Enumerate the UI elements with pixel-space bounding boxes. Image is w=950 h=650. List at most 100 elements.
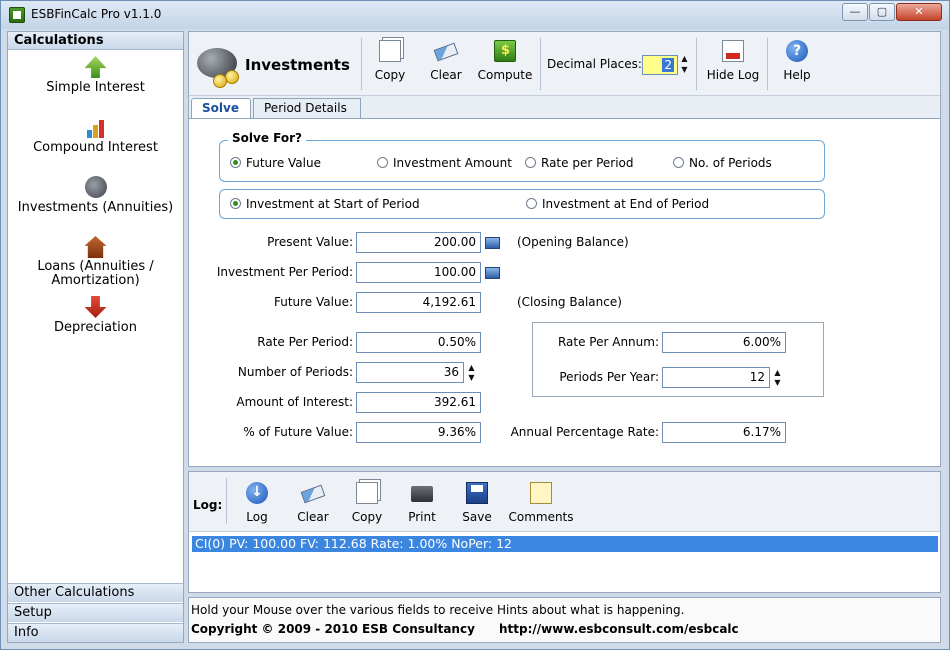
periods-down-arrow[interactable]: ▼	[467, 374, 476, 382]
log-save-button[interactable]: Save	[459, 480, 495, 526]
sidebar-item-compound-interest[interactable]: Compound Interest	[8, 116, 183, 155]
tab-solve[interactable]: Solve	[191, 98, 251, 118]
floppy-disk-icon	[466, 482, 488, 504]
maximize-button[interactable]: ▢	[869, 3, 895, 21]
toolbar: Investments Copy Clear Compute Decimal P…	[189, 32, 940, 96]
sidebar-item-label: Loans (Annuities / Amortization)	[37, 259, 154, 288]
tab-bar: Solve Period Details	[189, 96, 940, 118]
decimal-places-input[interactable]: 2	[642, 55, 678, 75]
periods-per-year-label: Periods Per Year:	[559, 370, 659, 384]
investment-per-period-label: Investment Per Period:	[216, 265, 353, 279]
sidebar-item-simple-interest[interactable]: Simple Interest	[8, 56, 183, 95]
page-title: Investments	[245, 56, 350, 74]
log-entry[interactable]: CI(0) PV: 100.00 FV: 112.68 Rate: 1.00% …	[192, 536, 938, 552]
rate-per-annum-input[interactable]: 6.00%	[662, 332, 786, 353]
eraser-icon	[300, 484, 326, 504]
comments-icon	[530, 482, 552, 504]
calculator-icon[interactable]	[485, 237, 500, 249]
minimize-button[interactable]: —	[842, 3, 868, 21]
radio-investment-amount[interactable]: Investment Amount	[377, 156, 512, 170]
sidebar-item-label: Depreciation	[54, 320, 137, 335]
investment-per-period-input[interactable]: 100.00	[356, 262, 481, 283]
sidebar-item-label: Investments (Annuities)	[17, 200, 174, 215]
compute-icon	[494, 40, 516, 62]
log-arrow-icon: ↓	[246, 482, 268, 504]
number-of-periods-input[interactable]: 36	[356, 362, 464, 383]
sidebar-info[interactable]: Info	[8, 623, 183, 642]
main-panel: Investments Copy Clear Compute Decimal P…	[188, 31, 941, 467]
periods-up-arrow[interactable]: ▲	[467, 364, 476, 372]
hint-text: Hold your Mouse over the various fields …	[191, 603, 685, 617]
app-window: ESBFinCalc Pro v1.1.0 — ▢ ✕ Calculations…	[0, 0, 950, 650]
log-print-button[interactable]: Print	[405, 480, 439, 526]
house-icon	[84, 236, 107, 258]
decimal-up-arrow[interactable]: ▲	[680, 55, 689, 63]
radio-start-of-period[interactable]: Investment at Start of Period	[230, 197, 420, 211]
decimal-places-label: Decimal Places:	[547, 57, 642, 71]
periods-per-year-input[interactable]: 12	[662, 367, 770, 388]
sidebar-item-depreciation[interactable]: Depreciation	[8, 296, 183, 335]
future-value-label: Future Value:	[273, 295, 353, 309]
rate-per-period-input[interactable]: 0.50%	[356, 332, 481, 353]
solve-for-group: Solve For? Future Value Investment Amoun…	[219, 131, 825, 182]
log-clear-button[interactable]: Clear	[293, 480, 333, 526]
log-toolbar: Log: ↓ Log Clear Copy Print Save Comment…	[189, 472, 940, 532]
copy-icon	[379, 40, 401, 62]
tab-period-details[interactable]: Period Details	[253, 98, 361, 118]
hide-log-icon	[722, 40, 744, 62]
help-button[interactable]: ? Help	[777, 38, 817, 90]
sidebar-item-label: Compound Interest	[33, 140, 158, 155]
apr-output[interactable]: 6.17%	[662, 422, 786, 443]
log-label: Log:	[193, 498, 223, 512]
solve-tab-content: Solve For? Future Value Investment Amoun…	[189, 118, 940, 466]
present-value-input[interactable]: 200.00	[356, 232, 481, 253]
sidebar-item-investments[interactable]: Investments (Annuities)	[8, 176, 183, 215]
compute-button[interactable]: Compute	[475, 38, 535, 90]
close-button[interactable]: ✕	[896, 3, 942, 21]
sidebar-item-label: Simple Interest	[46, 80, 145, 95]
log-copy-button[interactable]: Copy	[349, 480, 385, 526]
copyright-text: Copyright © 2009 - 2010 ESB Consultancy	[191, 622, 475, 636]
amount-of-interest-label: Amount of Interest:	[236, 395, 353, 409]
amount-of-interest-output[interactable]: 392.61	[356, 392, 481, 413]
pct-future-value-output[interactable]: 9.36%	[356, 422, 481, 443]
clear-button[interactable]: Clear	[423, 38, 469, 90]
solve-for-legend: Solve For?	[228, 131, 306, 145]
log-comments-button[interactable]: Comments	[507, 480, 575, 526]
title-bar: ESBFinCalc Pro v1.1.0 — ▢ ✕	[1, 1, 949, 29]
radio-no-of-periods[interactable]: No. of Periods	[673, 156, 772, 170]
bar-chart-icon	[85, 116, 107, 138]
closing-balance-note: (Closing Balance)	[517, 295, 622, 309]
down-arrow-icon	[84, 296, 107, 318]
radio-end-of-period[interactable]: Investment at End of Period	[526, 197, 709, 211]
help-icon: ?	[786, 40, 808, 62]
copy-icon	[356, 482, 378, 504]
up-arrow-house-icon	[84, 56, 107, 78]
ppy-up-arrow[interactable]: ▲	[773, 369, 782, 377]
opening-balance-note: (Opening Balance)	[517, 235, 629, 249]
sidebar-header[interactable]: Calculations	[8, 32, 183, 50]
log-button[interactable]: ↓ Log	[239, 480, 275, 526]
present-value-label: Present Value:	[267, 235, 353, 249]
log-panel: Log: ↓ Log Clear Copy Print Save Comment…	[188, 471, 941, 593]
app-icon	[9, 7, 25, 23]
sidebar-item-loans[interactable]: Loans (Annuities / Amortization)	[8, 236, 183, 288]
hide-log-button[interactable]: Hide Log	[703, 38, 763, 90]
pct-future-value-label: % of Future Value:	[243, 425, 353, 439]
number-of-periods-label: Number of Periods:	[237, 365, 353, 379]
radio-future-value[interactable]: Future Value	[230, 156, 321, 170]
website-link[interactable]: http://www.esbconsult.com/esbcalc	[499, 622, 739, 636]
timing-group: Investment at Start of Period Investment…	[219, 189, 825, 219]
ppy-down-arrow[interactable]: ▼	[773, 379, 782, 387]
calculator-icon[interactable]	[485, 267, 500, 279]
future-value-output[interactable]: 4,192.61	[356, 292, 481, 313]
copy-button[interactable]: Copy	[369, 38, 411, 90]
decimal-down-arrow[interactable]: ▼	[680, 66, 689, 74]
status-footer: Hold your Mouse over the various fields …	[188, 597, 941, 643]
rate-per-annum-label: Rate Per Annum:	[557, 335, 659, 349]
sidebar-setup[interactable]: Setup	[8, 603, 183, 622]
printer-icon	[411, 486, 433, 502]
sidebar-other-calculations[interactable]: Other Calculations	[8, 583, 183, 602]
radio-rate-per-period[interactable]: Rate per Period	[525, 156, 634, 170]
rate-per-period-label: Rate Per Period:	[257, 335, 353, 349]
